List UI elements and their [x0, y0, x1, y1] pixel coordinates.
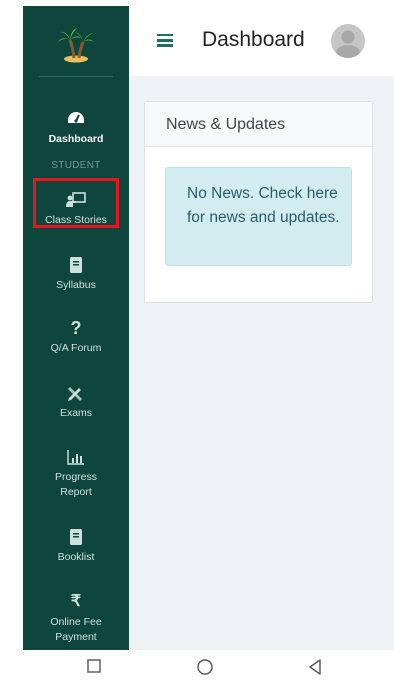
back-icon[interactable] [308, 659, 322, 675]
news-card: News & Updates No News. Check here for n… [144, 101, 373, 303]
bar-chart-icon [67, 450, 84, 465]
sidebar-section-student: STUDENT [51, 160, 101, 171]
sidebar-item-online-fee-payment[interactable]: ₹ Online Fee Payment [23, 593, 129, 645]
sidebar-item-label: Progress Report [54, 471, 97, 498]
palm-tree-icon [58, 28, 94, 63]
sidebar-item-label: Booklist [57, 551, 95, 563]
sidebar-item-progress-report[interactable]: Progress Report [23, 448, 129, 500]
avatar[interactable] [331, 24, 365, 58]
recent-apps-icon[interactable] [87, 659, 101, 673]
sidebar-item-dashboard[interactable]: Dashboard [23, 110, 129, 147]
sidebar-item-label: Online Fee Payment [50, 616, 102, 643]
news-empty-alert[interactable]: No News. Check here for news and updates… [165, 167, 352, 266]
book-icon [70, 529, 82, 545]
sidebar: Dashboard STUDENT Class Stories Syllabus… [23, 6, 129, 650]
user-icon [335, 30, 361, 58]
school-logo[interactable] [23, 24, 129, 64]
question-icon: ? [70, 318, 82, 338]
rupee-icon: ₹ [70, 593, 82, 610]
hamburger-menu-icon[interactable] [157, 34, 173, 47]
sidebar-item-label: Q/A Forum [50, 342, 102, 354]
sidebar-item-qa-forum[interactable]: ? Q/A Forum [23, 319, 129, 356]
sidebar-item-syllabus[interactable]: Syllabus [23, 256, 129, 293]
sidebar-item-label: Syllabus [56, 279, 96, 291]
highlight-box [33, 178, 119, 228]
sidebar-item-label: Exams [59, 407, 93, 419]
sidebar-item-booklist[interactable]: Booklist [23, 528, 129, 565]
home-icon[interactable] [197, 659, 213, 675]
android-nav-bar [0, 650, 394, 680]
page-title: Dashboard [202, 28, 305, 51]
top-bar: Dashboard [129, 6, 394, 76]
pencil-ruler-icon [68, 387, 82, 401]
book-icon [70, 257, 82, 273]
news-card-title: News & Updates [145, 102, 372, 147]
sidebar-item-label: Dashboard [48, 133, 104, 145]
main-content: News & Updates No News. Check here for n… [129, 76, 394, 650]
gauge-icon [68, 112, 84, 123]
sidebar-item-exams[interactable]: Exams [23, 384, 129, 421]
sidebar-divider [39, 76, 113, 77]
